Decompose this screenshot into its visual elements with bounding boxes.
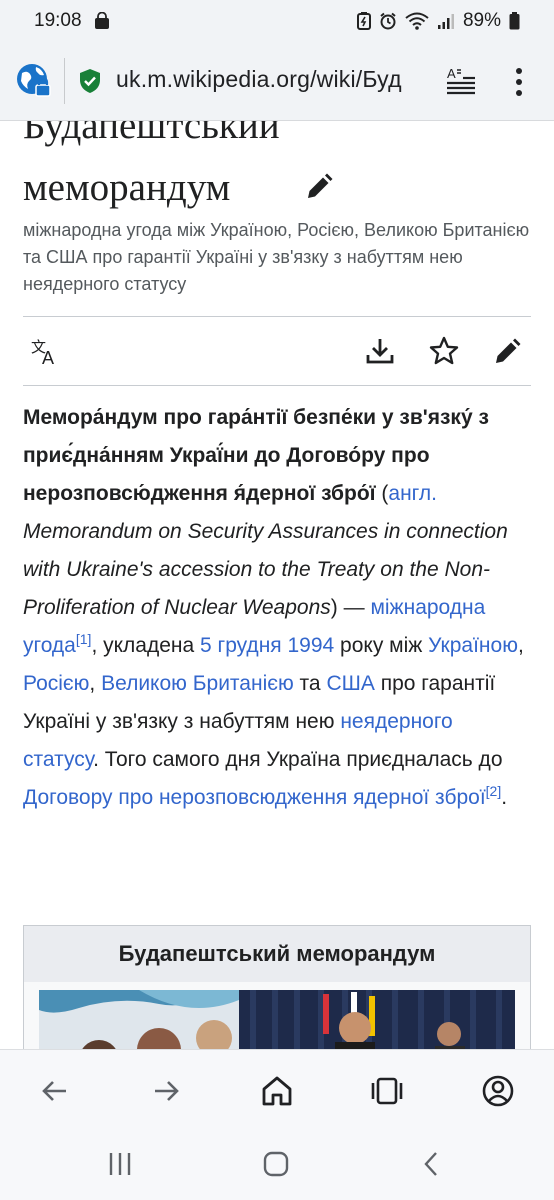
text: , (517, 634, 524, 657)
home-button-icon[interactable] (261, 1149, 291, 1179)
link-usa[interactable]: США (326, 672, 374, 695)
battery-icon (509, 12, 520, 30)
reader-mode-icon[interactable]: A (444, 64, 478, 98)
site-settings-icon[interactable] (14, 61, 54, 101)
battery-saver-icon (356, 12, 371, 30)
alarm-icon (380, 12, 396, 30)
link-ukraine[interactable]: Україною (428, 634, 518, 657)
wifi-icon (405, 12, 429, 30)
download-icon[interactable] (364, 335, 396, 367)
text: . Того самого дня Україна приєдналась до (93, 748, 503, 771)
page-description: міжнародна угода між Україною, Росією, В… (23, 220, 530, 294)
article-content: Будапештський меморандум міжнародна угод… (0, 121, 554, 1049)
infobox-photo[interactable] (39, 990, 515, 1049)
browser-bottom-bar (0, 1049, 554, 1132)
edit-title-icon[interactable] (303, 171, 335, 203)
browser-toolbar: uk.m.wikipedia.org/wiki/Буд A (0, 44, 554, 121)
page-title-line2: меморандум (23, 166, 231, 209)
link-great-britain[interactable]: Великою Британією (101, 672, 294, 695)
text: ) — (330, 596, 371, 619)
more-vert-icon[interactable] (504, 64, 534, 100)
language-icon[interactable]: 文 A (30, 335, 62, 367)
back-icon[interactable] (38, 1074, 72, 1108)
back-button-icon[interactable] (417, 1149, 447, 1179)
text: ( (375, 482, 389, 505)
tabs-icon[interactable] (370, 1074, 404, 1108)
recents-icon[interactable] (105, 1149, 135, 1179)
forward-icon[interactable] (149, 1074, 183, 1108)
account-icon[interactable] (481, 1074, 515, 1108)
text: року між (334, 634, 429, 657)
secure-lock-icon[interactable] (78, 68, 102, 94)
page-title-line1: Будапештський (23, 121, 280, 147)
reference-1[interactable]: [1] (76, 631, 92, 647)
shopping-bag-icon (95, 12, 109, 29)
status-icons: 89% (356, 10, 520, 32)
battery-percent: 89% (462, 10, 501, 31)
text: та (293, 672, 327, 695)
link-date[interactable]: 5 грудня 1994 (200, 634, 334, 657)
link-english[interactable]: англ. (388, 482, 437, 505)
divider (23, 316, 531, 317)
url-divider (64, 58, 65, 104)
svg-text:A: A (42, 348, 54, 367)
link-npt-treaty[interactable]: Договору про нерозповсюдження ядерної зб… (23, 786, 486, 809)
text: . (501, 786, 508, 809)
url-field[interactable]: uk.m.wikipedia.org/wiki/Буд (116, 66, 432, 93)
signal-icon (437, 14, 454, 29)
text: , укладена (91, 634, 201, 657)
divider (23, 385, 531, 386)
star-icon[interactable] (428, 335, 460, 367)
system-navigation-bar (0, 1131, 554, 1200)
infobox: Будапештський меморандум (23, 925, 531, 1049)
status-bar: 19:08 89% (0, 0, 554, 44)
svg-text:A: A (447, 66, 456, 81)
edit-icon[interactable] (492, 335, 524, 367)
intro-paragraph: Мемора́ндум про гара́нтії безпе́ки у зв'… (23, 399, 533, 817)
home-icon[interactable] (260, 1074, 294, 1108)
reference-2[interactable]: [2] (486, 783, 502, 799)
link-russia[interactable]: Росією (23, 672, 89, 695)
text: , (89, 672, 102, 695)
infobox-title: Будапештський меморандум (24, 926, 530, 982)
status-time: 19:08 (34, 10, 82, 31)
